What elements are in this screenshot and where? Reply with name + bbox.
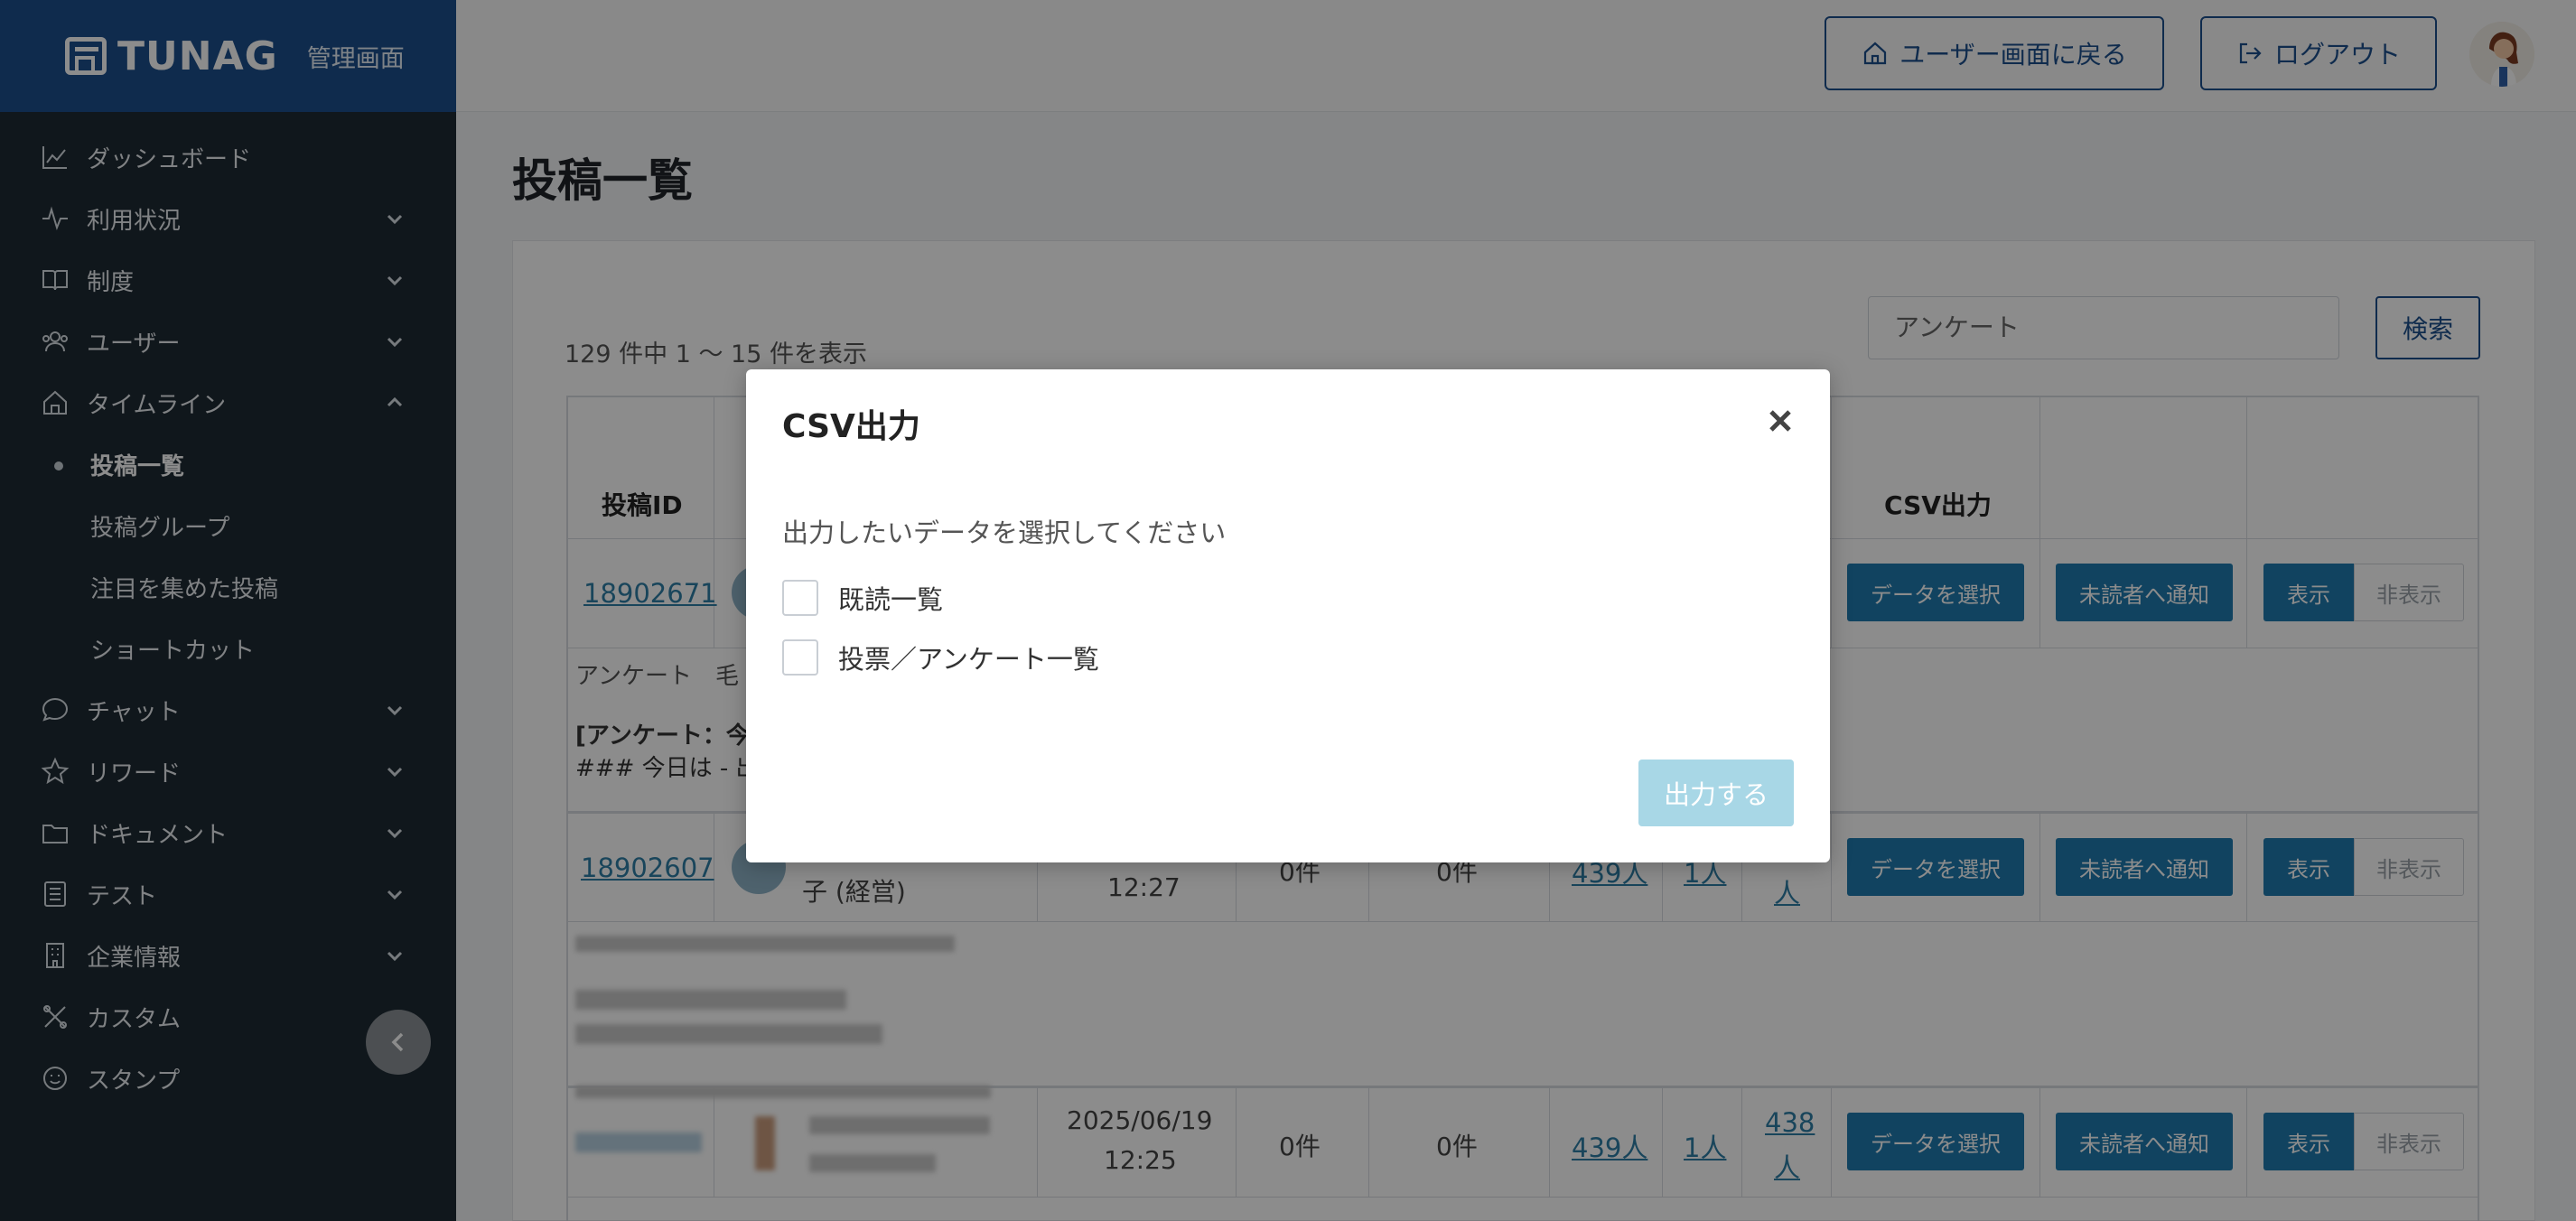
read-list-checkbox[interactable]	[782, 580, 818, 616]
csv-export-modal: CSV出力 出力したいデータを選択してください 既読一覧 投票／アンケート一覧 …	[746, 369, 1830, 862]
close-icon[interactable]	[1767, 407, 1794, 434]
export-button[interactable]: 出力する	[1638, 760, 1794, 826]
option-vote-survey-list[interactable]: 投票／アンケート一覧	[782, 638, 1099, 676]
option-label: 投票／アンケート一覧	[838, 644, 1099, 675]
option-read-list[interactable]: 既読一覧	[782, 579, 943, 617]
vote-survey-list-checkbox[interactable]	[782, 639, 818, 676]
option-label: 既読一覧	[838, 584, 944, 615]
modal-description: 出力したいデータを選択してください	[782, 517, 1227, 548]
modal-title: CSV出力	[782, 408, 920, 445]
